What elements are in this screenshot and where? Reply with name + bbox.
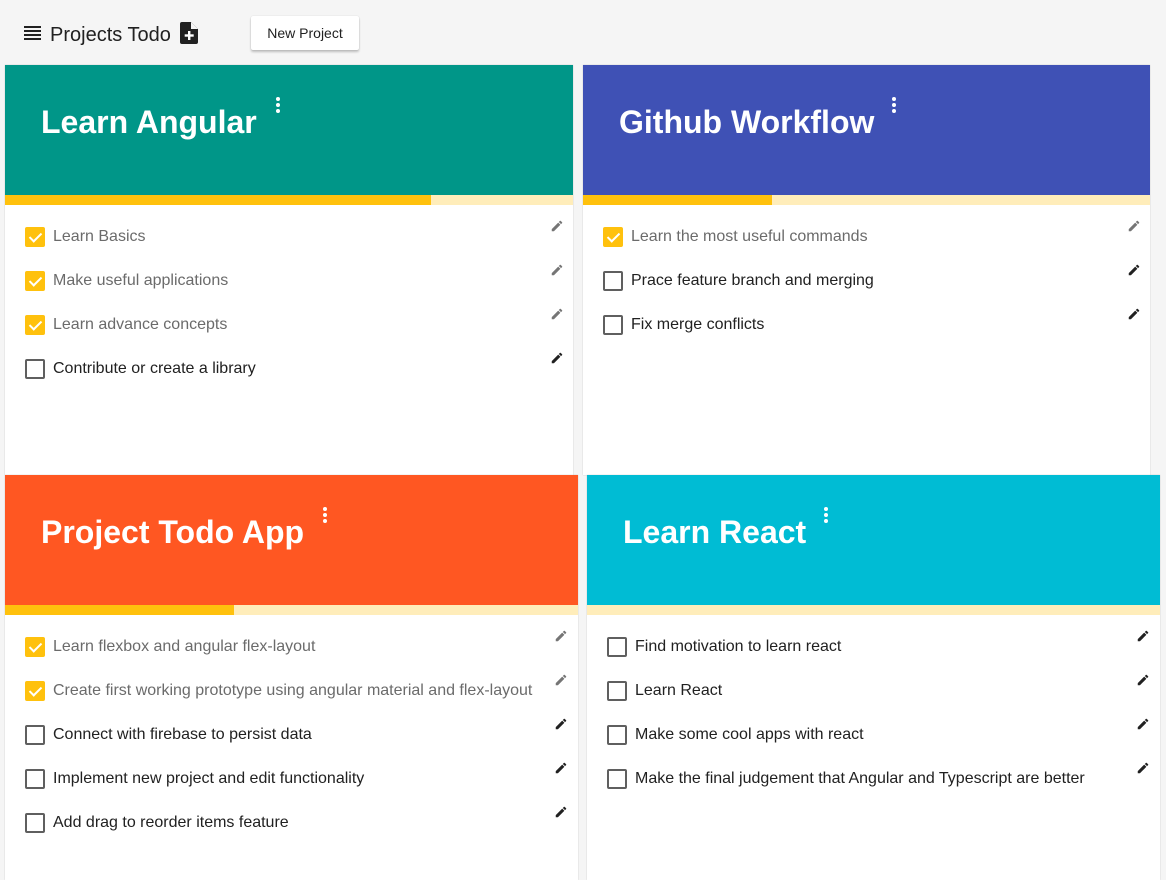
- project-card-learn-react: Learn React Find motivation to learn rea…: [587, 475, 1160, 880]
- todo-list: Find motivation to learn react Learn Rea…: [587, 615, 1160, 791]
- project-title: Github Workflow: [619, 104, 875, 140]
- item-checkbox[interactable]: [25, 227, 45, 247]
- item-label: Learn Basics: [53, 228, 146, 245]
- item-label: Learn flexbox and angular flex-layout: [53, 638, 316, 655]
- todo-item: Prace feature branch and merging: [583, 249, 1150, 293]
- todo-item: Make the final judgement that Angular an…: [587, 747, 1160, 791]
- project-card-github-workflow: Github Workflow Learn the most useful co…: [583, 65, 1150, 475]
- new-project-button[interactable]: New Project: [251, 16, 359, 50]
- project-title: Learn Angular: [41, 104, 257, 140]
- progress-bar: [587, 605, 1160, 615]
- edit-icon[interactable]: [1136, 717, 1150, 731]
- project-title: Project Todo App: [41, 514, 305, 550]
- item-label: Add drag to reorder items feature: [53, 814, 289, 831]
- item-checkbox[interactable]: [25, 359, 45, 379]
- item-checkbox[interactable]: [607, 637, 627, 657]
- card-header: Project Todo App: [5, 475, 578, 605]
- todo-item: Make useful applications: [5, 249, 573, 293]
- project-card-project-todo-app: Project Todo App Learn flexbox and angul…: [5, 475, 578, 880]
- edit-icon[interactable]: [554, 673, 568, 687]
- edit-icon[interactable]: [550, 219, 564, 233]
- item-label: Make useful applications: [53, 272, 229, 289]
- todo-item: Fix merge conflicts: [583, 293, 1150, 337]
- edit-icon[interactable]: [554, 761, 568, 775]
- edit-icon[interactable]: [1127, 307, 1141, 321]
- todo-item: Learn Basics: [5, 205, 573, 249]
- item-checkbox[interactable]: [603, 227, 623, 247]
- app-title: Projects Todo: [50, 24, 171, 46]
- item-label: Contribute or create a library: [53, 360, 256, 377]
- item-label: Connect with firebase to persist data: [53, 726, 312, 743]
- item-checkbox[interactable]: [25, 769, 45, 789]
- more-vert-icon[interactable]: [824, 507, 828, 525]
- edit-icon[interactable]: [554, 805, 568, 819]
- todo-item: Find motivation to learn react: [587, 615, 1160, 659]
- item-checkbox[interactable]: [607, 769, 627, 789]
- item-checkbox[interactable]: [25, 315, 45, 335]
- card-header: Learn Angular: [5, 65, 573, 195]
- more-vert-icon[interactable]: [892, 97, 896, 115]
- todo-item: Add drag to reorder items feature: [5, 791, 578, 835]
- edit-icon[interactable]: [550, 263, 564, 277]
- item-checkbox[interactable]: [607, 681, 627, 701]
- item-label: Implement new project and edit functiona…: [53, 770, 365, 787]
- todo-item: Learn the most useful commands: [583, 205, 1150, 249]
- card-header: Github Workflow: [583, 65, 1150, 195]
- more-vert-icon[interactable]: [323, 507, 327, 525]
- menu-icon[interactable]: [24, 26, 41, 40]
- more-vert-icon[interactable]: [276, 97, 280, 115]
- progress-bar: [5, 195, 573, 205]
- item-label: Find motivation to learn react: [635, 638, 842, 655]
- item-label: Make the final judgement that Angular an…: [635, 770, 1085, 787]
- item-checkbox[interactable]: [25, 637, 45, 657]
- progress-fill: [5, 195, 431, 205]
- item-checkbox[interactable]: [607, 725, 627, 745]
- edit-icon[interactable]: [1136, 629, 1150, 643]
- todo-list: Learn the most useful commands Prace fea…: [583, 205, 1150, 337]
- todo-item: Create first working prototype using ang…: [5, 659, 578, 703]
- item-checkbox[interactable]: [25, 681, 45, 701]
- item-label: Learn advance concepts: [53, 316, 228, 333]
- todo-item: Contribute or create a library: [5, 337, 573, 381]
- todo-item: Implement new project and edit functiona…: [5, 747, 578, 791]
- progress-bar: [583, 195, 1150, 205]
- edit-icon[interactable]: [550, 351, 564, 365]
- item-checkbox[interactable]: [25, 271, 45, 291]
- project-title: Learn React: [623, 514, 807, 550]
- progress-bar: [5, 605, 578, 615]
- edit-icon[interactable]: [1127, 219, 1141, 233]
- item-label: Make some cool apps with react: [635, 726, 864, 743]
- todo-item: Learn React: [587, 659, 1160, 703]
- todo-item: Connect with firebase to persist data: [5, 703, 578, 747]
- card-header: Learn React: [587, 475, 1160, 605]
- item-checkbox[interactable]: [25, 813, 45, 833]
- edit-icon[interactable]: [550, 307, 564, 321]
- progress-fill: [5, 605, 235, 615]
- edit-icon[interactable]: [554, 717, 568, 731]
- todo-list: Learn Basics Make useful applications Le…: [5, 205, 573, 381]
- edit-icon[interactable]: [1136, 673, 1150, 687]
- item-label: Fix merge conflicts: [631, 316, 765, 333]
- item-label: Learn the most useful commands: [631, 228, 868, 245]
- todo-item: Make some cool apps with react: [587, 703, 1160, 747]
- item-checkbox[interactable]: [603, 271, 623, 291]
- progress-fill: [583, 195, 772, 205]
- edit-icon[interactable]: [1127, 263, 1141, 277]
- toolbar: Projects Todo New Project: [0, 0, 1166, 64]
- note-add-icon[interactable]: [180, 22, 198, 44]
- todo-item: Learn flexbox and angular flex-layout: [5, 615, 578, 659]
- item-label: Prace feature branch and merging: [631, 272, 874, 289]
- item-checkbox[interactable]: [25, 725, 45, 745]
- edit-icon[interactable]: [1136, 761, 1150, 775]
- todo-list: Learn flexbox and angular flex-layout Cr…: [5, 615, 578, 835]
- todo-item: Learn advance concepts: [5, 293, 573, 337]
- item-label: Create first working prototype using ang…: [53, 682, 533, 699]
- edit-icon[interactable]: [554, 629, 568, 643]
- project-card-learn-angular: Learn Angular Learn Basics Make useful a…: [5, 65, 573, 475]
- item-checkbox[interactable]: [603, 315, 623, 335]
- item-label: Learn React: [635, 682, 723, 699]
